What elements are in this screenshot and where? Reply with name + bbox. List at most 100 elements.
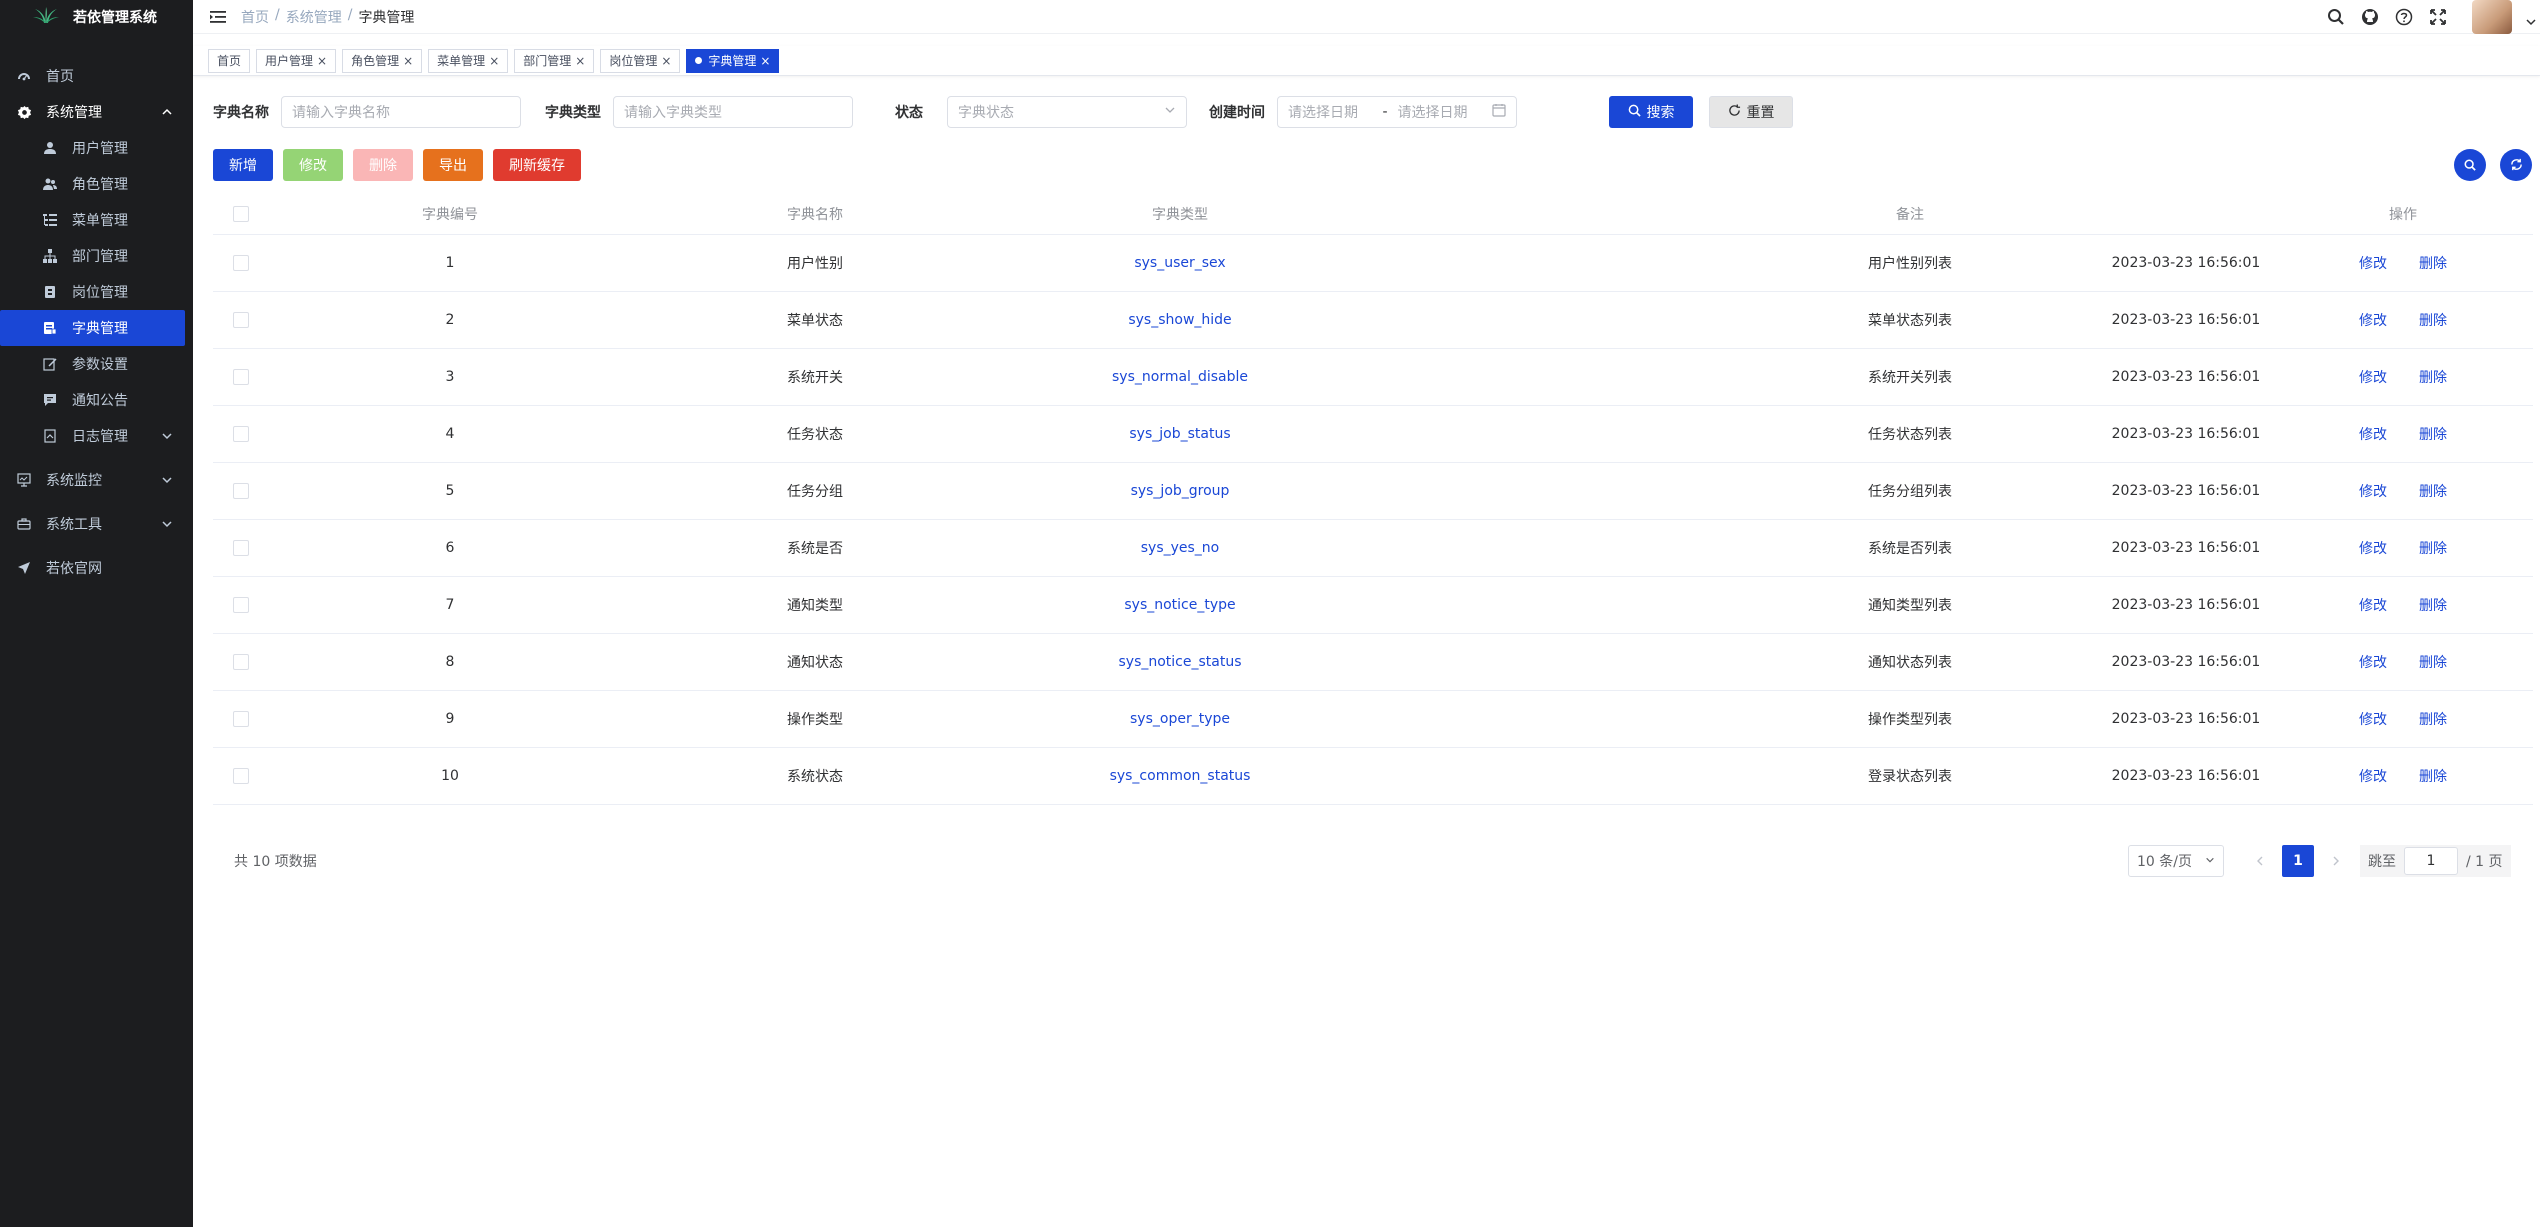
row-checkbox[interactable] [233, 540, 249, 556]
row-checkbox[interactable] [233, 483, 249, 499]
row-delete-link[interactable]: 删除 [2419, 652, 2447, 672]
date-range-picker[interactable]: 请选择日期 - 请选择日期 [1277, 96, 1517, 128]
add-button[interactable]: 新增 [213, 149, 273, 181]
close-icon[interactable]: × [575, 54, 585, 68]
row-checkbox[interactable] [233, 369, 249, 385]
row-checkbox[interactable] [233, 426, 249, 442]
tag-users[interactable]: 用户管理 × [256, 48, 337, 73]
sidebar-item-menus[interactable]: 菜单管理 [0, 202, 193, 238]
row-edit-link[interactable]: 修改 [2359, 538, 2387, 558]
row-delete-link[interactable]: 删除 [2419, 424, 2447, 444]
row-delete-link[interactable]: 删除 [2419, 253, 2447, 273]
sidebar-item-dict[interactable]: 字典管理 [0, 310, 185, 346]
refresh-cache-button[interactable]: 刷新缓存 [493, 149, 581, 181]
search-button[interactable]: 搜索 [1609, 96, 1693, 128]
sidebar-item-website[interactable]: 若依官网 [0, 550, 193, 586]
next-page-icon[interactable] [2326, 851, 2346, 871]
row-delete-link[interactable]: 删除 [2419, 481, 2447, 501]
row-checkbox[interactable] [233, 255, 249, 271]
cell-dict-type[interactable]: sys_user_sex [1134, 255, 1225, 271]
cell-dict-type[interactable]: sys_notice_status [1118, 654, 1241, 670]
row-edit-link[interactable]: 修改 [2359, 253, 2387, 273]
tag-roles[interactable]: 角色管理 × [342, 48, 423, 73]
cell-dict-type[interactable]: sys_show_hide [1128, 312, 1231, 328]
tag-menus[interactable]: 菜单管理 × [428, 48, 509, 73]
hamburger-icon[interactable] [209, 8, 227, 26]
edit-button[interactable]: 修改 [283, 149, 343, 181]
row-checkbox[interactable] [233, 597, 249, 613]
search-icon[interactable] [2326, 7, 2346, 27]
row-edit-link[interactable]: 修改 [2359, 424, 2387, 444]
row-edit-link[interactable]: 修改 [2359, 766, 2387, 786]
row-edit-link[interactable]: 修改 [2359, 367, 2387, 387]
reset-button[interactable]: 重置 [1709, 96, 1793, 128]
row-edit-link[interactable]: 修改 [2359, 595, 2387, 615]
row-delete-link[interactable]: 删除 [2419, 310, 2447, 330]
row-edit-link[interactable]: 修改 [2359, 481, 2387, 501]
sidebar-item-notice[interactable]: 通知公告 [0, 382, 193, 418]
toggle-search-button[interactable] [2454, 149, 2486, 181]
cell-dict-type[interactable]: sys_normal_disable [1112, 369, 1248, 385]
close-icon[interactable]: × [403, 54, 413, 68]
sidebar-item-posts[interactable]: 岗位管理 [0, 274, 193, 310]
cell-dict-name: 任务分组 [787, 484, 843, 500]
cell-dict-type[interactable]: sys_job_group [1131, 483, 1230, 499]
sidebar-item-users[interactable]: 用户管理 [0, 130, 193, 166]
cell-dict-id: 1 [445, 255, 455, 271]
cell-dict-type[interactable]: sys_job_status [1129, 426, 1230, 442]
cell-dict-type[interactable]: sys_yes_no [1141, 540, 1220, 556]
row-checkbox[interactable] [233, 768, 249, 784]
export-button[interactable]: 导出 [423, 149, 483, 181]
row-checkbox[interactable] [233, 312, 249, 328]
row-edit-link[interactable]: 修改 [2359, 310, 2387, 330]
sidebar-item-config[interactable]: 参数设置 [0, 346, 193, 382]
row-checkbox[interactable] [233, 711, 249, 727]
row-delete-link[interactable]: 删除 [2419, 595, 2447, 615]
avatar[interactable] [2472, 0, 2512, 34]
row-checkbox[interactable] [233, 654, 249, 670]
row-delete-link[interactable]: 删除 [2419, 367, 2447, 387]
sidebar-item-label: 部门管理 [72, 249, 128, 265]
tag-departments[interactable]: 部门管理 × [514, 48, 595, 73]
tag-label: 用户管理 [265, 54, 314, 68]
caret-down-icon[interactable] [2526, 12, 2536, 26]
refresh-table-button[interactable] [2500, 149, 2532, 181]
select-all-checkbox[interactable] [233, 206, 249, 222]
row-edit-link[interactable]: 修改 [2359, 652, 2387, 672]
close-icon[interactable]: × [317, 54, 327, 68]
sidebar-item-home[interactable]: 首页 [0, 58, 193, 94]
tag-home[interactable]: 首页 [208, 48, 251, 73]
fullscreen-icon[interactable] [2428, 7, 2448, 27]
jump-page-input[interactable]: 1 [2404, 847, 2458, 875]
dict-name-input[interactable]: 请输入字典名称 [281, 96, 521, 128]
tag-posts[interactable]: 岗位管理 × [600, 48, 681, 73]
row-edit-link[interactable]: 修改 [2359, 709, 2387, 729]
sidebar-item-logs[interactable]: 日志管理 [0, 418, 193, 454]
breadcrumb-home[interactable]: 首页 [241, 7, 269, 27]
sidebar-item-roles[interactable]: 角色管理 [0, 166, 193, 202]
github-icon[interactable] [2360, 7, 2380, 27]
row-delete-link[interactable]: 删除 [2419, 538, 2447, 558]
page-size-select[interactable]: 10 条/页 [2128, 845, 2224, 877]
sidebar-item-departments[interactable]: 部门管理 [0, 238, 193, 274]
sidebar-item-tools[interactable]: 系统工具 [0, 506, 193, 542]
dashboard-icon [16, 68, 32, 84]
close-icon[interactable]: × [661, 54, 671, 68]
delete-button[interactable]: 删除 [353, 149, 413, 181]
dict-type-input[interactable]: 请输入字典类型 [613, 96, 853, 128]
sidebar-item-system[interactable]: 系统管理 [0, 94, 193, 130]
prev-page-icon[interactable] [2250, 851, 2270, 871]
sidebar-item-monitor[interactable]: 系统监控 [0, 462, 193, 498]
cell-dict-type[interactable]: sys_oper_type [1130, 711, 1230, 727]
row-delete-link[interactable]: 删除 [2419, 766, 2447, 786]
row-delete-link[interactable]: 删除 [2419, 709, 2447, 729]
cell-dict-type[interactable]: sys_notice_type [1124, 597, 1235, 613]
question-icon[interactable] [2394, 7, 2414, 27]
tag-dict[interactable]: 字典管理 × [686, 48, 780, 73]
page-number-current[interactable]: 1 [2282, 845, 2314, 877]
close-icon[interactable]: × [489, 54, 499, 68]
status-select[interactable]: 字典状态 [947, 96, 1187, 128]
close-icon[interactable]: × [760, 54, 770, 68]
cell-dict-type[interactable]: sys_common_status [1110, 768, 1251, 784]
logo[interactable]: 若依管理系统 [0, 0, 193, 34]
